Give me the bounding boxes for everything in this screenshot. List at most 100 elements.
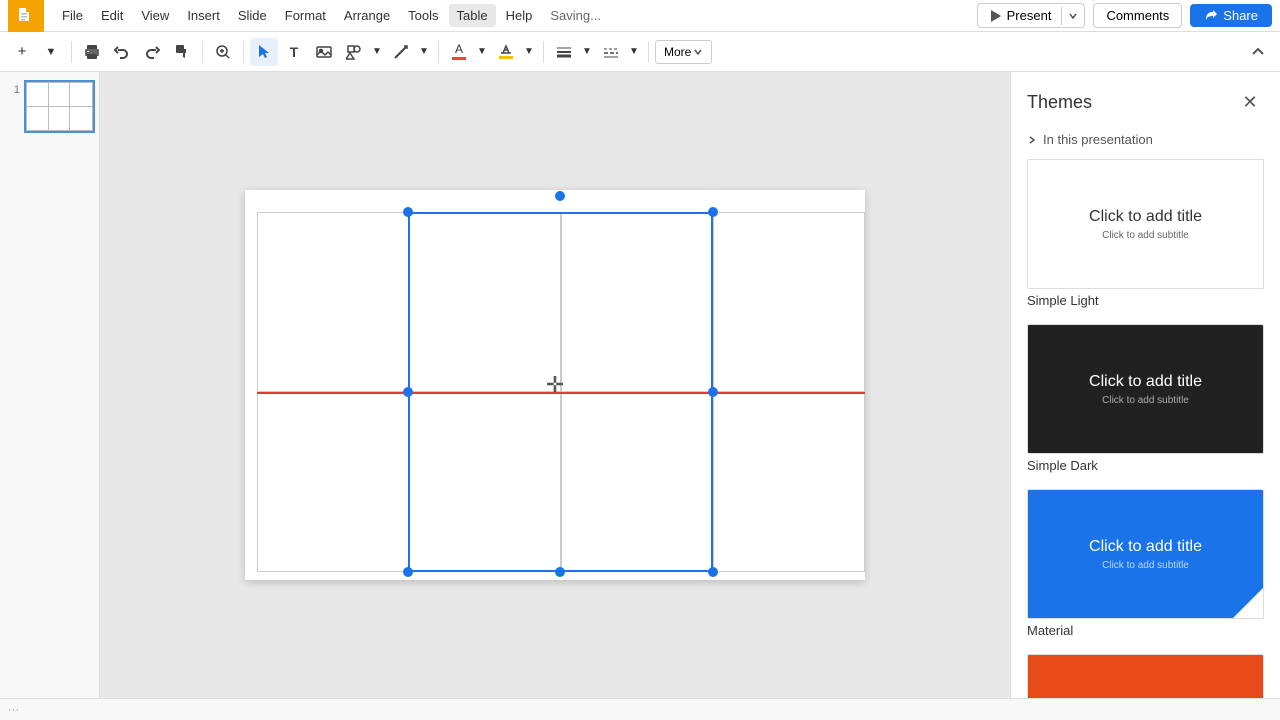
theme-4-item: Click to add title	[1011, 650, 1280, 698]
theme-simple-light-subtitle: Click to add subtitle	[1102, 230, 1189, 241]
handle-bot-left[interactable]	[403, 567, 413, 577]
theme-simple-dark-title: Click to add title	[1089, 373, 1202, 391]
handle-mid-right[interactable]	[708, 387, 718, 397]
toolbar-shapes-btn[interactable]	[340, 38, 368, 66]
slide-canvas[interactable]: ✛	[245, 190, 865, 580]
toolbar-weight-group: ▼	[550, 38, 595, 66]
toolbar-dash-group: ▼	[597, 38, 642, 66]
toolbar-divider-4	[438, 41, 439, 63]
theme-material-name: Material	[1027, 619, 1264, 638]
table-cell-r1c3[interactable]	[561, 212, 713, 392]
saving-status: Saving...	[550, 8, 601, 23]
theme-material-subtitle: Click to add subtitle	[1102, 560, 1189, 571]
handle-top-left[interactable]	[403, 207, 413, 217]
menu-view[interactable]: View	[133, 4, 177, 27]
menu-format[interactable]: Format	[277, 4, 334, 27]
menu-help[interactable]: Help	[498, 4, 541, 27]
theme-simple-dark-preview[interactable]: Click to add title Click to add subtitle	[1027, 324, 1264, 454]
toolbar-border-icon	[492, 38, 520, 66]
toolbar-divider-6	[648, 41, 649, 63]
slide-1-thumbnail[interactable]	[24, 80, 95, 133]
table-cell-r1c2[interactable]	[409, 212, 561, 392]
menu-bar: File Edit View Insert Slide Format Arran…	[0, 0, 1280, 32]
toolbar-fill-group: A ▼	[445, 38, 490, 66]
menu-insert[interactable]: Insert	[179, 4, 228, 27]
menu-tools[interactable]: Tools	[400, 4, 446, 27]
table-cell-r1c4[interactable]	[713, 212, 865, 392]
present-button[interactable]: Present	[977, 3, 1086, 28]
comments-button[interactable]: Comments	[1093, 3, 1182, 28]
toolbar-divider-1	[71, 41, 72, 63]
toolbar-add-btn[interactable]: +	[8, 38, 36, 66]
toolbar-fill-btn[interactable]: A	[445, 38, 473, 66]
thumb-cell-4	[27, 107, 49, 131]
toolbar-dropdown-btn[interactable]: ▼	[37, 38, 65, 66]
thumb-cell-6	[70, 107, 92, 131]
toolbar-redo-btn[interactable]	[138, 38, 166, 66]
in-presentation-label: In this presentation	[1043, 132, 1153, 147]
toolbar-select-btn[interactable]	[250, 38, 278, 66]
toolbar-weight-dropdown[interactable]: ▼	[579, 38, 595, 66]
thumb-cell-1	[27, 83, 49, 107]
handle-top-right[interactable]	[708, 207, 718, 217]
thumb-cell-3	[70, 83, 92, 107]
toolbar-undo-btn[interactable]	[108, 38, 136, 66]
theme-simple-dark-item: Click to add title Click to add subtitle…	[1011, 320, 1280, 485]
canvas-area[interactable]: ✛	[100, 72, 1010, 698]
toolbar-border-group: ▼	[492, 38, 537, 66]
toolbar-text-btn[interactable]: T	[280, 38, 308, 66]
toolbar-line-btn[interactable]	[387, 38, 415, 66]
more-label: More	[664, 45, 691, 59]
toolbar-border-btn[interactable]	[492, 38, 520, 66]
toolbar: + ▼ T ▼ ▼	[0, 32, 1280, 72]
bottom-bar: ···	[0, 698, 1280, 720]
slides-panel: 1	[0, 72, 100, 698]
handle-top-center[interactable]	[555, 191, 565, 201]
theme-simple-dark-subtitle: Click to add subtitle	[1102, 395, 1189, 406]
menu-table[interactable]: Table	[449, 4, 496, 27]
toolbar-line-dropdown[interactable]: ▼	[416, 38, 432, 66]
toolbar-image-btn[interactable]	[310, 38, 338, 66]
toolbar-dash-btn[interactable]	[597, 38, 625, 66]
menu-slide[interactable]: Slide	[230, 4, 275, 27]
toolbar-shapes-dropdown[interactable]: ▼	[369, 38, 385, 66]
toolbar-more-btn[interactable]: More	[655, 40, 712, 64]
table-cell-r2c4[interactable]	[713, 392, 865, 572]
topbar-actions: Present Comments Share	[977, 3, 1272, 28]
theme-simple-light-item: Click to add title Click to add subtitle…	[1011, 155, 1280, 320]
menu-edit[interactable]: Edit	[93, 4, 131, 27]
toolbar-collapse-btn[interactable]	[1244, 38, 1272, 66]
thumb-cell-5	[49, 107, 71, 131]
theme-simple-dark-name: Simple Dark	[1027, 454, 1264, 473]
menu-arrange[interactable]: Arrange	[336, 4, 398, 27]
toolbar-border-dropdown[interactable]: ▼	[521, 38, 537, 66]
handle-bot-center[interactable]	[555, 567, 565, 577]
toolbar-fill-dropdown[interactable]: ▼	[474, 38, 490, 66]
toolbar-print-btn[interactable]	[78, 38, 106, 66]
present-main[interactable]: Present	[978, 4, 1062, 27]
share-label: Share	[1223, 8, 1258, 23]
menu-file[interactable]: File	[54, 4, 91, 27]
toolbar-paintformat-btn[interactable]	[168, 38, 196, 66]
table-cell-r2c3[interactable]	[561, 392, 713, 572]
toolbar-zoom-btn[interactable]	[209, 38, 237, 66]
share-button[interactable]: Share	[1190, 4, 1272, 27]
theme-material-preview[interactable]: Click to add title Click to add subtitle	[1027, 489, 1264, 619]
toolbar-shapes-group: ▼	[340, 38, 385, 66]
app-logo	[8, 0, 44, 32]
slide-1-number: 1	[4, 80, 20, 96]
handle-bot-right[interactable]	[708, 567, 718, 577]
handle-mid-left[interactable]	[403, 387, 413, 397]
table-cell-r2c2[interactable]	[409, 392, 561, 572]
theme-4-preview[interactable]: Click to add title	[1027, 654, 1264, 698]
theme-simple-light-name: Simple Light	[1027, 289, 1264, 308]
material-corner-accent	[1233, 588, 1263, 618]
themes-close-btn[interactable]: ✕	[1236, 88, 1264, 116]
present-dropdown-arrow[interactable]	[1061, 7, 1084, 25]
table-cell-r2c1[interactable]	[257, 392, 409, 572]
table-cell-r1c1[interactable]	[257, 212, 409, 392]
toolbar-weight-btn[interactable]	[550, 38, 578, 66]
theme-simple-light-preview[interactable]: Click to add title Click to add subtitle	[1027, 159, 1264, 289]
in-presentation-item[interactable]: In this presentation	[1011, 124, 1280, 155]
toolbar-dash-dropdown[interactable]: ▼	[626, 38, 642, 66]
